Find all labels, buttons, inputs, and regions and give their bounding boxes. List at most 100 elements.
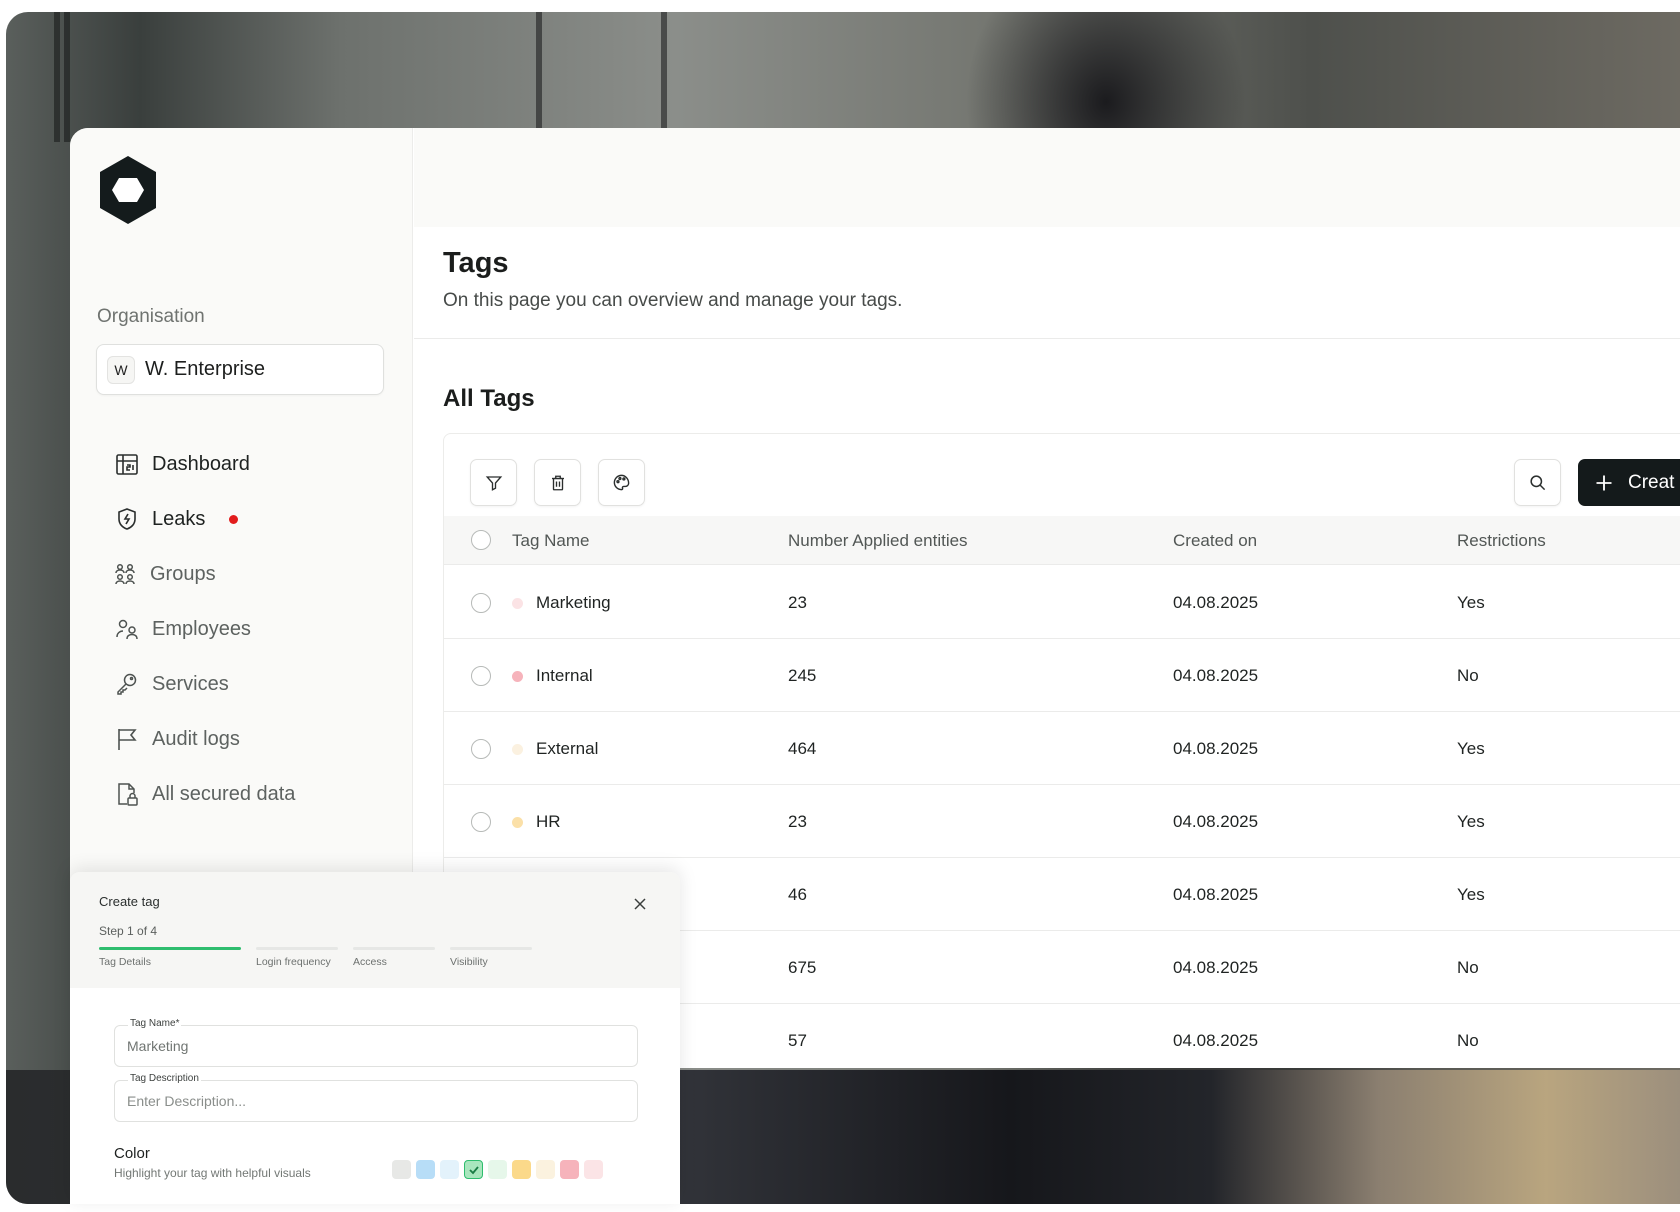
tag-color-dot bbox=[512, 744, 523, 755]
tag-description-label: Tag Description bbox=[128, 1073, 201, 1084]
step-label: Login frequency bbox=[256, 956, 331, 968]
groups-icon bbox=[112, 561, 138, 587]
table-header: Tag Name Number Applied entities Created… bbox=[444, 516, 1680, 565]
created-on-cell: 04.08.2025 bbox=[1173, 885, 1259, 904]
file-lock-icon bbox=[114, 781, 140, 807]
tag-name-field[interactable]: Tag Name* bbox=[114, 1018, 638, 1067]
employees-icon bbox=[114, 616, 140, 642]
modal-title: Create tag bbox=[99, 894, 160, 909]
sidebar-item-leaks[interactable]: Leaks bbox=[114, 499, 239, 539]
key-icon bbox=[114, 671, 140, 697]
created-on-cell: 04.08.2025 bbox=[1173, 739, 1259, 758]
tag-color-dot bbox=[512, 671, 523, 682]
created-on-cell: 04.08.2025 bbox=[1173, 1031, 1259, 1050]
restrictions-cell: Yes bbox=[1457, 739, 1485, 758]
plus-icon bbox=[1596, 475, 1612, 490]
table-row[interactable]: Marketing 23 04.08.2025 Yes bbox=[444, 566, 1680, 639]
trash-icon bbox=[551, 475, 564, 490]
color-swatch[interactable] bbox=[440, 1160, 459, 1179]
created-on-cell: 04.08.2025 bbox=[1173, 812, 1259, 831]
organisation-label: Organisation bbox=[97, 306, 205, 327]
tag-name-input[interactable] bbox=[127, 1038, 617, 1054]
column-header-applied-entities[interactable]: Number Applied entities bbox=[788, 531, 968, 551]
progress-step-4 bbox=[450, 947, 532, 950]
color-swatch[interactable] bbox=[536, 1160, 555, 1179]
applied-entities-cell: 23 bbox=[788, 812, 807, 831]
create-tag-button[interactable]: Creat bbox=[1578, 459, 1680, 506]
calendar-icon bbox=[114, 451, 140, 477]
row-select-radio[interactable] bbox=[471, 812, 491, 832]
applied-entities-cell: 464 bbox=[788, 739, 817, 758]
delete-button[interactable] bbox=[534, 459, 581, 506]
color-swatch[interactable] bbox=[488, 1160, 507, 1179]
create-tag-modal: Create tag Step 1 of 4 Tag Details Login… bbox=[70, 872, 680, 1204]
color-swatch[interactable] bbox=[512, 1160, 531, 1179]
sidebar-item-groups[interactable]: Groups bbox=[112, 554, 216, 594]
tag-name-cell: External bbox=[536, 739, 599, 758]
step-label: Access bbox=[353, 956, 387, 968]
page-subtitle: On this page you can overview and manage… bbox=[443, 290, 903, 311]
tag-description-input[interactable] bbox=[127, 1093, 617, 1109]
row-select-radio[interactable] bbox=[471, 593, 491, 613]
column-header-created-on[interactable]: Created on bbox=[1173, 531, 1257, 551]
applied-entities-cell: 23 bbox=[788, 593, 807, 612]
filter-icon bbox=[485, 475, 502, 491]
color-swatch[interactable] bbox=[584, 1160, 603, 1179]
color-swatch[interactable] bbox=[392, 1160, 411, 1179]
section-title: All Tags bbox=[443, 385, 535, 412]
applied-entities-cell: 46 bbox=[788, 885, 807, 904]
sidebar-item-label: All secured data bbox=[152, 782, 296, 805]
tag-name-cell: Internal bbox=[536, 666, 593, 685]
column-header-restrictions[interactable]: Restrictions bbox=[1457, 531, 1546, 551]
created-on-cell: 04.08.2025 bbox=[1173, 958, 1259, 977]
filter-button[interactable] bbox=[470, 459, 517, 506]
check-icon bbox=[468, 1165, 479, 1174]
progress-step-3 bbox=[353, 947, 435, 950]
sidebar-item-audit-logs[interactable]: Audit logs bbox=[114, 719, 240, 759]
color-swatch[interactable] bbox=[464, 1160, 483, 1179]
sidebar-item-label: Dashboard bbox=[152, 452, 250, 475]
color-swatch[interactable] bbox=[560, 1160, 579, 1179]
sidebar-item-label: Services bbox=[152, 672, 229, 695]
table-row[interactable]: External 464 04.08.2025 Yes bbox=[444, 712, 1680, 785]
sidebar-item-services[interactable]: Services bbox=[114, 664, 229, 704]
created-on-cell: 04.08.2025 bbox=[1173, 593, 1259, 612]
close-icon[interactable] bbox=[632, 896, 648, 912]
table-row[interactable]: Internal 245 04.08.2025 No bbox=[444, 639, 1680, 712]
tag-name-cell: HR bbox=[536, 812, 561, 831]
sidebar-item-dashboard[interactable]: Dashboard bbox=[114, 444, 250, 484]
sidebar-item-label: Leaks bbox=[152, 507, 206, 530]
sidebar-item-employees[interactable]: Employees bbox=[114, 609, 251, 649]
palette-icon bbox=[613, 474, 630, 491]
progress-step-1 bbox=[99, 947, 241, 950]
tag-color-dot bbox=[512, 598, 523, 609]
color-swatch[interactable] bbox=[416, 1160, 435, 1179]
top-bar bbox=[414, 128, 1680, 227]
column-header-tag-name[interactable]: Tag Name bbox=[512, 531, 589, 551]
sidebar-item-label: Groups bbox=[150, 562, 216, 585]
tag-color-dot bbox=[512, 817, 523, 828]
flag-icon bbox=[114, 726, 140, 752]
table-row[interactable]: HR 23 04.08.2025 Yes bbox=[444, 785, 1680, 858]
step-indicator: Step 1 of 4 bbox=[99, 924, 158, 938]
step-label: Tag Details bbox=[99, 956, 151, 968]
progress-step-2 bbox=[256, 947, 338, 950]
organisation-avatar: W bbox=[107, 355, 135, 384]
row-select-radio[interactable] bbox=[471, 739, 491, 759]
select-all-radio[interactable] bbox=[471, 530, 491, 550]
tag-name-cell: Marketing bbox=[536, 593, 611, 612]
search-icon bbox=[1530, 475, 1546, 491]
created-on-cell: 04.08.2025 bbox=[1173, 666, 1259, 685]
color-title: Color bbox=[114, 1145, 150, 1162]
organisation-selector[interactable]: W W. Enterprise bbox=[96, 344, 384, 395]
alert-dot bbox=[229, 514, 239, 524]
search-button[interactable] bbox=[1514, 459, 1561, 506]
organisation-name: W. Enterprise bbox=[145, 358, 266, 380]
tag-description-field[interactable]: Tag Description bbox=[114, 1073, 638, 1122]
sidebar-item-all-secured-data[interactable]: All secured data bbox=[114, 774, 295, 814]
applied-entities-cell: 245 bbox=[788, 666, 817, 685]
palette-button[interactable] bbox=[598, 459, 645, 506]
logo-icon bbox=[100, 156, 156, 224]
row-select-radio[interactable] bbox=[471, 666, 491, 686]
applied-entities-cell: 57 bbox=[788, 1031, 807, 1050]
